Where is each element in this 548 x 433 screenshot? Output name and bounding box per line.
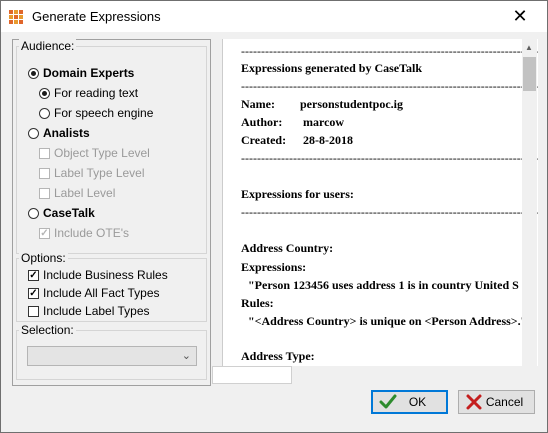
title-bar: Generate Expressions ✕	[1, 1, 547, 32]
check-icon: ✓	[28, 269, 39, 281]
rules-label: Rules:	[241, 296, 274, 310]
checkbox-label: Include All Fact Types	[43, 286, 160, 300]
cancel-label: Cancel	[485, 395, 524, 409]
radio-label: Analists	[43, 126, 90, 140]
checkbox-label: Object Type Level	[54, 146, 150, 160]
selection-dropdown[interactable]: ⌄	[27, 346, 197, 366]
checkmark-icon	[379, 394, 397, 409]
checkbox-box	[28, 305, 39, 317]
check-icon: ✓	[39, 227, 50, 239]
radio-for-speech-engine[interactable]: For speech engine	[39, 104, 153, 122]
vertical-scrollbar[interactable]: ▲	[522, 39, 537, 366]
radio-for-reading-text[interactable]: For reading text	[39, 84, 138, 102]
grid-app-icon	[9, 10, 23, 24]
checkbox-label: Include OTE's	[54, 226, 129, 240]
checkbox-object-type-level[interactable]: Object Type Level	[39, 144, 150, 162]
separator: ----------------------------------------…	[241, 205, 538, 219]
created-label: Created:	[241, 133, 287, 147]
cancel-button[interactable]: Cancel	[458, 390, 535, 414]
checkbox-include-label-types[interactable]: Include Label Types	[28, 302, 150, 320]
radio-indicator	[28, 127, 39, 139]
checkbox-include-all-fact-types[interactable]: ✓ Include All Fact Types	[28, 284, 160, 302]
radio-indicator	[39, 107, 50, 119]
checkbox-box	[39, 167, 50, 179]
radio-casetalk[interactable]: CaseTalk	[28, 204, 95, 222]
checkbox-include-otes[interactable]: ✓ Include OTE's	[39, 224, 129, 242]
name-label: Name:	[241, 97, 275, 111]
ok-label: OK	[408, 395, 427, 409]
checkbox-label-level[interactable]: Label Level	[39, 184, 115, 202]
checkbox-include-business-rules[interactable]: ✓ Include Business Rules	[28, 266, 168, 284]
chevron-down-icon: ⌄	[181, 350, 191, 362]
check-icon: ✓	[28, 287, 39, 299]
rule-text: "<Address Country> is unique on <Person …	[248, 314, 524, 328]
checkbox-label: Label Type Level	[54, 166, 145, 180]
radio-label: For reading text	[54, 86, 139, 100]
audience-label: Audience:	[19, 39, 77, 53]
author-label: Author:	[241, 115, 283, 129]
checkbox-label: Include Label Types	[43, 304, 150, 318]
radio-analists[interactable]: Analists	[28, 124, 90, 142]
checkbox-label-type-level[interactable]: Label Type Level	[39, 164, 145, 182]
settings-panel: Audience: Domain Experts For reading tex…	[12, 39, 211, 386]
window-title: Generate Expressions	[32, 9, 161, 24]
radio-label: CaseTalk	[43, 206, 95, 220]
separator: ----------------------------------------…	[241, 79, 538, 93]
cancel-x-icon	[466, 394, 482, 410]
splitter-handle[interactable]	[212, 366, 292, 384]
preview-heading: Expressions generated by CaseTalk	[241, 61, 423, 75]
name-value: personstudentpoc.ig	[300, 97, 404, 111]
expression-text: "Person 123456 uses address 1 is in coun…	[248, 278, 519, 292]
radio-label: Domain Experts	[43, 66, 135, 80]
created-value: 28-8-2018	[303, 133, 353, 147]
radio-indicator	[28, 67, 39, 79]
radio-indicator	[28, 207, 39, 219]
separator: ----------------------------------------…	[241, 44, 538, 58]
expressions-preview[interactable]: ----------------------------------------…	[222, 39, 538, 366]
selection-label: Selection:	[19, 323, 76, 337]
scrollbar-thumb[interactable]	[523, 57, 536, 91]
generate-expressions-dialog: Generate Expressions ✕ Audience: Domain …	[0, 0, 548, 433]
expressions-label: Expressions:	[241, 260, 307, 274]
checkbox-box	[39, 147, 50, 159]
checkbox-label: Include Business Rules	[43, 268, 168, 282]
author-value: marcow	[303, 115, 345, 129]
checkbox-label: Label Level	[54, 186, 116, 200]
radio-indicator	[39, 87, 50, 99]
radio-label: For speech engine	[54, 106, 154, 120]
scroll-up-icon[interactable]: ▲	[525, 43, 533, 52]
ok-button[interactable]: OK	[371, 390, 448, 414]
radio-domain-experts[interactable]: Domain Experts	[28, 64, 134, 82]
address-country-heading: Address Country:	[241, 241, 334, 255]
checkbox-box	[39, 187, 50, 199]
options-label: Options:	[19, 251, 68, 265]
separator: ----------------------------------------…	[241, 151, 538, 165]
close-icon[interactable]: ✕	[507, 5, 533, 27]
address-type-heading: Address Type:	[241, 349, 315, 363]
users-heading: Expressions for users:	[241, 187, 354, 201]
